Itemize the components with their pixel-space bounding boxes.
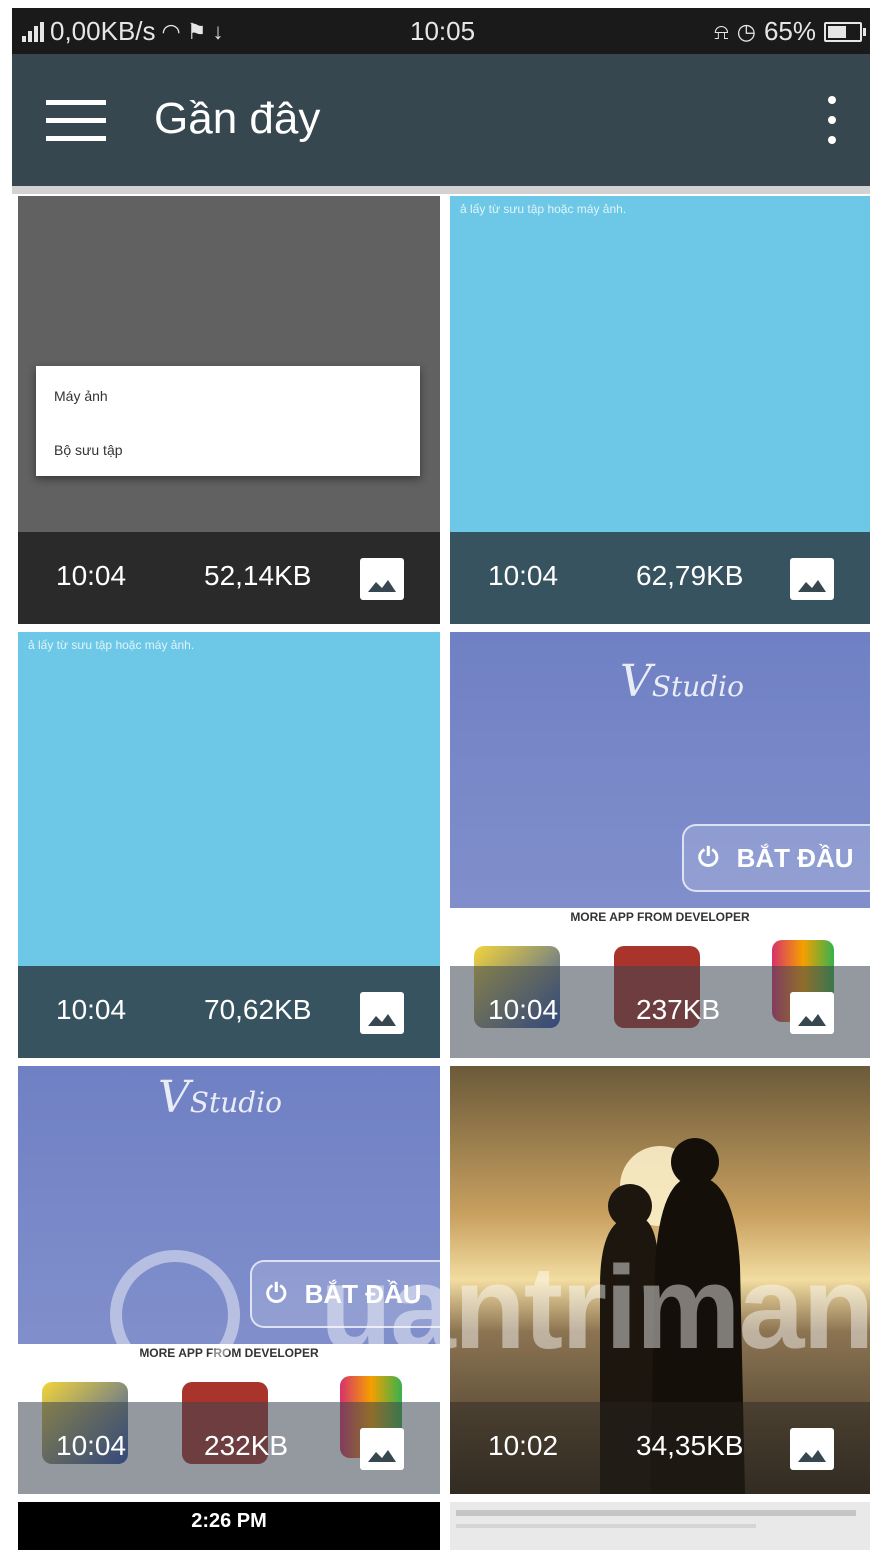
tile-size: 52,14KB (204, 560, 312, 591)
partial-screenshot-line (456, 1524, 756, 1528)
download-icon: ↓ (212, 18, 224, 44)
tile-size: 237KB (636, 994, 721, 1025)
tile-time: 10:04 (488, 560, 559, 591)
thumb-caption: ả lấy từ sưu tập hoặc máy ảnh. (460, 202, 627, 216)
image-icon (790, 992, 834, 1034)
wifi-icon: ◠ (161, 18, 181, 44)
image-icon (790, 1428, 834, 1470)
border-left (0, 0, 12, 1550)
tile-size: 34,35KB (636, 1430, 744, 1461)
image-icon (360, 1428, 404, 1470)
battery-percent: 65% (763, 16, 816, 46)
start-button[interactable]: ⏻ BẮT ĐẦU (682, 824, 870, 892)
status-left: 0,00KB/s ◠ ⚑ ↓ (22, 16, 223, 47)
status-bar: 0,00KB/s ◠ ⚑ ↓ 10:05 ⍾ ◷ 65% (12, 8, 870, 54)
grid-item[interactable]: ả lấy từ sưu tập hoặc máy ảnh. 10:04 70,… (18, 632, 440, 1058)
tile-footer: 10:04 232KB (18, 1402, 440, 1494)
network-speed: 0,00KB/s (50, 16, 156, 46)
more-vert-icon[interactable] (824, 94, 840, 146)
image-icon (790, 558, 834, 600)
signal-icon (22, 21, 44, 42)
popup-item-camera[interactable]: Máy ảnh (54, 388, 108, 404)
screen: 0,00KB/s ◠ ⚑ ↓ 10:05 ⍾ ◷ 65% Gần đây Máy… (0, 0, 870, 1550)
power-icon: ⏻ (266, 1278, 287, 1308)
grid-item[interactable]: VStudio ⏻ BẮT ĐẦU MORE APP FROM DEVELOPE… (18, 1066, 440, 1494)
grid-item[interactable]: 10:02 34,35KB (450, 1066, 870, 1494)
tile-time: 10:02 (488, 1430, 559, 1461)
tile-time: 10:04 (56, 560, 127, 591)
thumb-caption: ả lấy từ sưu tập hoặc máy ảnh. (28, 638, 195, 652)
promo-label: MORE APP FROM DEVELOPER (139, 1346, 319, 1360)
grid-item[interactable]: Máy ảnh Bộ sưu tập 10:04 52,14KB (18, 196, 440, 624)
app-bar-shadow (12, 186, 870, 194)
hamburger-menu-icon[interactable] (46, 98, 106, 142)
studio-logo: VStudio (158, 1072, 282, 1123)
start-label: BẮT ĐẦU (304, 1278, 422, 1309)
tile-footer: 10:02 34,35KB (450, 1402, 870, 1494)
image-icon (360, 558, 404, 600)
popup-item-gallery[interactable]: Bộ sưu tập (54, 442, 123, 458)
grid-item[interactable]: VStudio ⏻ BẮT ĐẦU MORE APP FROM DEVELOPE… (450, 632, 870, 1058)
status-time: 10:05 (410, 16, 476, 46)
partial-time: 2:26 PM (191, 1510, 267, 1532)
app-bar: Gần đây (12, 54, 870, 186)
tile-time: 10:04 (56, 994, 127, 1025)
grid-item[interactable] (450, 1502, 870, 1550)
status-right: ⍾ ◷ 65% (714, 16, 866, 47)
tile-footer: 10:04 237KB (450, 966, 870, 1058)
start-button[interactable]: ⏻ BẮT ĐẦU (250, 1260, 440, 1328)
page-title: Gần đây (154, 94, 321, 143)
grid-item[interactable]: ả lấy từ sưu tập hoặc máy ảnh. 10:04 62,… (450, 196, 870, 624)
tile-size: 232KB (204, 1430, 289, 1461)
battery-icon (824, 21, 866, 42)
tile-time: 10:04 (56, 1430, 127, 1461)
image-icon (360, 992, 404, 1034)
popup-menu: Máy ảnh Bộ sưu tập (36, 366, 420, 476)
border-top (0, 0, 870, 8)
alarm-icon: ◷ (736, 18, 756, 44)
studio-logo: VStudio (620, 656, 744, 707)
tile-footer: 10:04 62,79KB (450, 532, 870, 624)
power-icon: ⏻ (698, 842, 719, 872)
tile-footer: 10:04 70,62KB (18, 966, 440, 1058)
tile-size: 62,79KB (636, 560, 744, 591)
start-label: BẮT ĐẦU (736, 842, 854, 873)
flag-icon: ⚑ (186, 18, 207, 44)
tile-footer: 10:04 52,14KB (18, 532, 440, 624)
bell-off-icon: ⍾ (714, 18, 729, 44)
tile-size: 70,62KB (204, 994, 312, 1025)
grid-item[interactable]: 2:26 PM (18, 1502, 440, 1550)
tile-time: 10:04 (488, 994, 559, 1025)
promo-label: MORE APP FROM DEVELOPER (570, 910, 750, 924)
partial-screenshot (456, 1510, 856, 1516)
